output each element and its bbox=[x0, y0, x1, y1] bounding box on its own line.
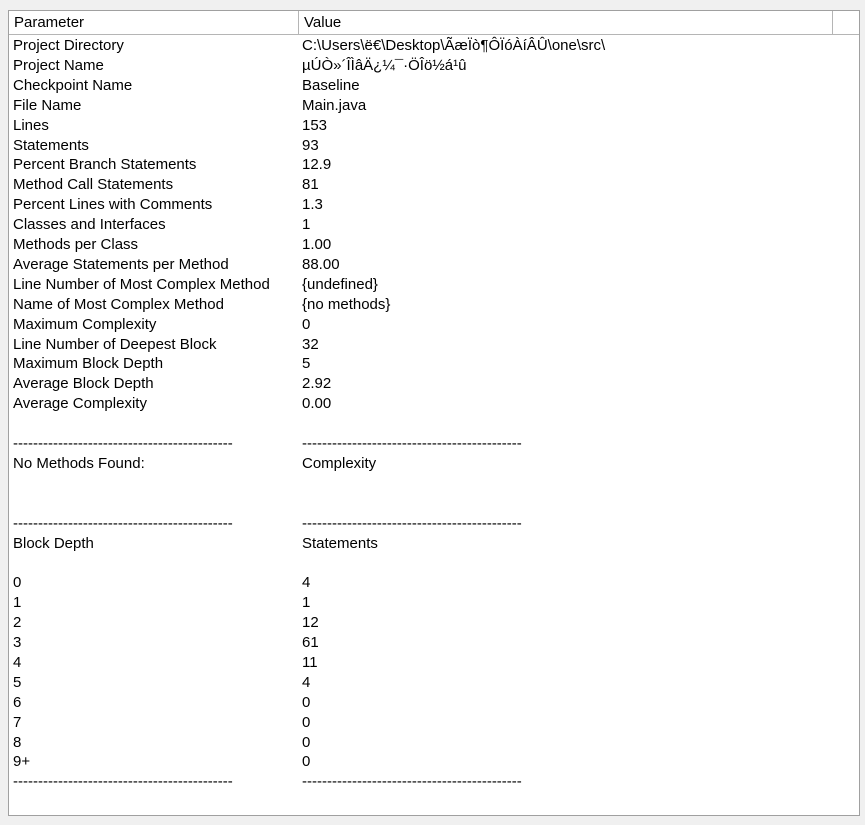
value-cell: ----------------------------------------… bbox=[302, 514, 522, 532]
parameter-cell: Classes and Interfaces bbox=[13, 216, 166, 234]
column-header-parameter[interactable]: Parameter bbox=[9, 11, 299, 34]
value-cell: µÚÒ»´ÎÌâÄ¿¼¯·ÖÎö½á¹û bbox=[302, 56, 467, 74]
parameter-cell: 1 bbox=[13, 594, 22, 612]
parameter-cell: 2 bbox=[13, 614, 22, 632]
value-cell: 11 bbox=[302, 653, 318, 671]
parameter-cell: 8 bbox=[13, 733, 22, 751]
parameter-cell: Average Complexity bbox=[13, 395, 147, 413]
parameter-cell: Statements bbox=[13, 136, 89, 154]
parameter-cell: 9+ bbox=[13, 753, 31, 771]
value-cell: 12.9 bbox=[302, 156, 332, 174]
parameter-cell: ----------------------------------------… bbox=[13, 435, 233, 452]
value-cell: 0.00 bbox=[302, 395, 332, 413]
parameter-cell: Line Number of Deepest Block bbox=[13, 335, 217, 353]
value-cell: 1 bbox=[302, 216, 311, 234]
parameter-cell: Block Depth bbox=[13, 534, 94, 552]
value-cell: Complexity bbox=[302, 454, 377, 472]
value-cell: {undefined} bbox=[302, 275, 378, 293]
column-header-filler bbox=[833, 11, 860, 34]
table-body: Project Directory C:\Users\ë€\Desktop\ÃæÏ… bbox=[9, 35, 859, 815]
parameter-cell: 4 bbox=[13, 653, 22, 671]
value-cell: 1.3 bbox=[302, 196, 323, 214]
parameter-cell: Methods per Class bbox=[13, 236, 139, 253]
parameter-cell: Lines bbox=[13, 116, 49, 134]
value-cell: Baseline bbox=[302, 76, 360, 94]
column-header-value[interactable]: Value bbox=[299, 11, 833, 34]
parameter-cell: Name of Most Complex Method bbox=[13, 295, 224, 313]
parameter-cell: Project Directory bbox=[13, 37, 124, 54]
value-cell: ----------------------------------------… bbox=[302, 773, 522, 791]
parameter-cell: 5 bbox=[13, 673, 22, 691]
value-cell: 5 bbox=[302, 355, 311, 373]
parameter-cell: Average Block Depth bbox=[13, 375, 154, 393]
value-cell: 93 bbox=[302, 136, 319, 154]
value-cell: 2.92 bbox=[302, 375, 332, 393]
value-cell: 0 bbox=[302, 315, 311, 333]
parameter-cell: 0 bbox=[13, 574, 22, 592]
value-cell: 12 bbox=[302, 614, 319, 632]
value-cell: Statements bbox=[302, 534, 378, 552]
value-cell: 0 bbox=[302, 693, 311, 711]
parameter-cell: No Methods Found: bbox=[13, 454, 145, 472]
parameter-cell: ----------------------------------------… bbox=[13, 514, 233, 532]
parameter-cell: ----------------------------------------… bbox=[13, 773, 233, 791]
value-cell: 88.00 bbox=[302, 255, 340, 273]
parameter-cell: Average Statements per Method bbox=[13, 255, 229, 273]
value-cell: 32 bbox=[302, 335, 319, 353]
metrics-table: Parameter Value Project Directory C:\User… bbox=[8, 10, 860, 816]
parameter-cell: Line Number of Most Complex Method bbox=[13, 275, 270, 293]
value-cell: C:\Users\ë€\Desktop\ÃæÏò¶ÔÏóÀíÂÛ\one\src… bbox=[302, 37, 606, 54]
value-cell: 0 bbox=[302, 733, 311, 751]
value-cell: 0 bbox=[302, 753, 311, 771]
parameter-cell: Maximum Complexity bbox=[13, 315, 157, 333]
parameter-cell: 3 bbox=[13, 634, 22, 651]
parameter-cell: 7 bbox=[13, 713, 22, 731]
table-header: Parameter Value bbox=[9, 11, 859, 35]
parameter-cell: 6 bbox=[13, 693, 22, 711]
parameter-cell: Maximum Block Depth bbox=[13, 355, 164, 373]
parameter-cell: Percent Lines with Comments bbox=[13, 196, 213, 214]
value-cell: 1.00 bbox=[302, 236, 332, 253]
value-cell: 4 bbox=[302, 574, 311, 592]
parameter-cell: Method Call Statements bbox=[13, 176, 174, 194]
value-cell: 153 bbox=[302, 116, 328, 134]
parameter-cell: Checkpoint Name bbox=[13, 76, 133, 94]
value-cell: 81 bbox=[302, 176, 319, 194]
value-cell: 61 bbox=[302, 634, 319, 651]
value-cell: Main.java bbox=[302, 96, 367, 114]
value-cell: 1 bbox=[302, 594, 311, 612]
parameter-cell: Project Name bbox=[13, 56, 104, 74]
parameter-cell: Percent Branch Statements bbox=[13, 156, 197, 174]
value-cell: 4 bbox=[302, 673, 311, 691]
value-cell: ----------------------------------------… bbox=[302, 435, 522, 452]
value-cell: 0 bbox=[302, 713, 311, 731]
value-cell: {no methods} bbox=[302, 295, 391, 313]
parameter-cell: File Name bbox=[13, 96, 82, 114]
